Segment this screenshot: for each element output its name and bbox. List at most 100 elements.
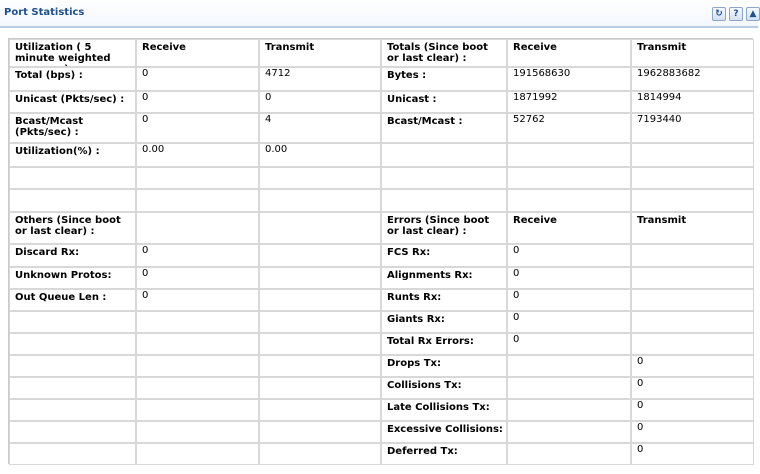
empty-cell: [631, 143, 754, 167]
utilization-row-label: Total (bps) :: [9, 67, 136, 91]
errors-row-label: Alignments Rx:: [381, 267, 507, 289]
errors-row-label: Collisions Tx:: [381, 377, 507, 399]
utilization-row-label: Bcast/Mcast (Pkts/sec) :: [9, 113, 136, 143]
empty-cell: [259, 421, 381, 443]
errors-header: Errors (Since boot or last clear) :: [381, 212, 507, 244]
empty-cell: [259, 244, 381, 267]
help-icon[interactable]: ?: [729, 7, 743, 21]
empty-cell: [259, 399, 381, 421]
utilization-row-transmit: 4712: [259, 67, 381, 91]
errors-row-receive: 0: [507, 244, 631, 267]
errors-row-receive: 0: [507, 289, 631, 311]
utilization-transmit-header: Transmit: [259, 39, 381, 67]
errors-row-receive: 0: [507, 267, 631, 289]
empty-cell: [9, 355, 136, 377]
utilization-row-receive: 0: [136, 113, 259, 143]
empty-cell: [9, 377, 136, 399]
empty-cell: [259, 333, 381, 355]
errors-row-label: Drops Tx:: [381, 355, 507, 377]
empty-cell: [136, 333, 259, 355]
utilization-row-transmit: 0: [259, 91, 381, 113]
errors-row-receive: [507, 377, 631, 399]
errors-row-label: Excessive Collisions:: [381, 421, 507, 443]
empty-cell: [631, 167, 754, 189]
empty-cell: [507, 189, 631, 212]
empty-cell: [381, 143, 507, 167]
empty-cell: [9, 443, 136, 465]
empty-cell: [136, 377, 259, 399]
errors-row-transmit: 0: [631, 421, 754, 443]
errors-receive-header: Receive: [507, 212, 631, 244]
others-row-value: 0: [136, 244, 259, 267]
empty-cell: [507, 167, 631, 189]
empty-cell: [136, 189, 259, 212]
empty-cell: [381, 167, 507, 189]
empty-cell: [9, 333, 136, 355]
others-header: Others (Since boot or last clear) :: [9, 212, 136, 244]
errors-row-receive: [507, 355, 631, 377]
errors-row-transmit: 0: [631, 355, 754, 377]
errors-row-transmit: [631, 267, 754, 289]
utilization-row-transmit: 4: [259, 113, 381, 143]
empty-cell: [259, 189, 381, 212]
utilization-row-transmit: 0.00: [259, 143, 381, 167]
totals-row-receive: 191568630: [507, 67, 631, 91]
totals-header: Totals (Since boot or last clear) :: [381, 39, 507, 67]
empty-cell: [9, 421, 136, 443]
statistics-grid: Utilization ( 5 minute weighted average …: [8, 38, 754, 465]
empty-cell: [136, 399, 259, 421]
empty-cell: [136, 421, 259, 443]
empty-cell: [381, 189, 507, 212]
others-row-label: Unknown Protos:: [9, 267, 136, 289]
totals-row-label: Bcast/Mcast :: [381, 113, 507, 143]
totals-row-label: Bytes :: [381, 67, 507, 91]
errors-row-transmit: 0: [631, 377, 754, 399]
empty-cell: [9, 189, 136, 212]
errors-row-label: Runts Rx:: [381, 289, 507, 311]
empty-cell: [9, 311, 136, 333]
totals-transmit-header: Transmit: [631, 39, 754, 67]
errors-row-label: FCS Rx:: [381, 244, 507, 267]
utilization-receive-header: Receive: [136, 39, 259, 67]
utilization-row-label: Unicast (Pkts/sec) :: [9, 91, 136, 113]
errors-row-transmit: [631, 244, 754, 267]
totals-receive-header: Receive: [507, 39, 631, 67]
errors-row-receive: [507, 443, 631, 465]
errors-row-transmit: 0: [631, 443, 754, 465]
errors-row-receive: 0: [507, 333, 631, 355]
panel-title: Port Statistics: [4, 7, 85, 18]
totals-row-transmit: 7193440: [631, 113, 754, 143]
errors-row-receive: [507, 399, 631, 421]
totals-row-transmit: 1962883682: [631, 67, 754, 91]
empty-cell: [9, 167, 136, 189]
errors-transmit-header: Transmit: [631, 212, 754, 244]
empty-cell: [259, 167, 381, 189]
errors-row-receive: 0: [507, 311, 631, 333]
empty-cell: [136, 311, 259, 333]
errors-row-transmit: [631, 311, 754, 333]
empty-cell: [259, 377, 381, 399]
totals-row-receive: 52762: [507, 113, 631, 143]
totals-row-transmit: 1814994: [631, 91, 754, 113]
utilization-header: Utilization ( 5 minute weighted average …: [9, 39, 136, 67]
empty-cell: [136, 355, 259, 377]
utilization-row-receive: 0: [136, 91, 259, 113]
panel-header: Port Statistics ↻ ? ▲: [0, 0, 760, 28]
utilization-row-label: Utilization(%) :: [9, 143, 136, 167]
empty-cell: [136, 167, 259, 189]
totals-row-label: Unicast :: [381, 91, 507, 113]
others-row-label: Out Queue Len :: [9, 289, 136, 311]
others-row-value: 0: [136, 289, 259, 311]
errors-row-label: Giants Rx:: [381, 311, 507, 333]
utilization-row-receive: 0: [136, 67, 259, 91]
errors-row-transmit: [631, 289, 754, 311]
refresh-icon[interactable]: ↻: [712, 7, 726, 21]
empty-cell: [259, 443, 381, 465]
empty-cell: [259, 212, 381, 244]
empty-cell: [259, 355, 381, 377]
collapse-icon[interactable]: ▲: [746, 7, 760, 21]
empty-cell: [259, 289, 381, 311]
empty-cell: [507, 143, 631, 167]
totals-row-receive: 1871992: [507, 91, 631, 113]
errors-row-receive: [507, 421, 631, 443]
